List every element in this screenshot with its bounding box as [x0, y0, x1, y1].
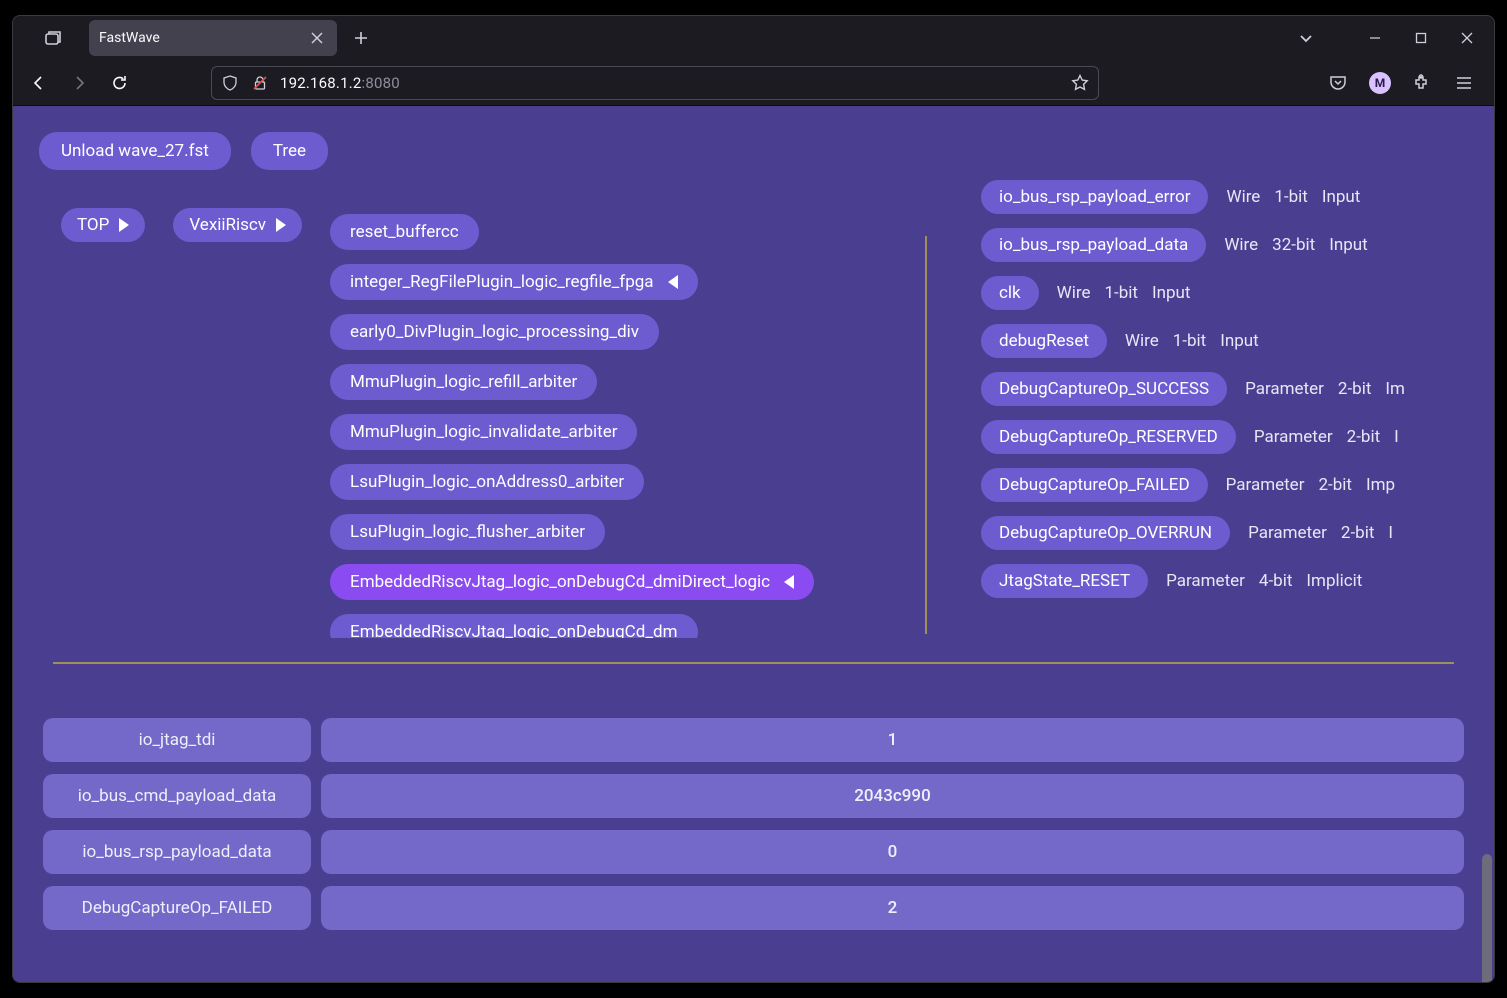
forward-button[interactable]	[61, 65, 97, 101]
signal-pill[interactable]: DebugCaptureOp_FAILED	[981, 468, 1208, 502]
signal-meta: Wire1-bitInput	[1057, 283, 1191, 303]
signal-pill[interactable]: clk	[981, 276, 1039, 310]
url-bar[interactable]: 192.168.1.2:8080	[211, 66, 1099, 100]
tree-node[interactable]: EmbeddedRiscvJtag_logic_onDebugCd_dm	[330, 614, 697, 638]
back-button[interactable]	[21, 65, 57, 101]
chevron-left-icon	[784, 575, 794, 589]
maximize-button[interactable]	[1398, 16, 1444, 60]
wave-value[interactable]: 2043c990	[321, 774, 1464, 818]
tab-overview-icon[interactable]	[17, 29, 89, 47]
signal-pill[interactable]: DebugCaptureOp_OVERRUN	[981, 516, 1230, 550]
signal-meta: Parameter2-bitImp	[1226, 475, 1395, 495]
signal-pill[interactable]: JtagState_RESET	[981, 564, 1148, 598]
wave-name[interactable]: io_bus_cmd_payload_data	[43, 774, 311, 818]
tree-button[interactable]: Tree	[251, 132, 328, 170]
signal-row: DebugCaptureOp_SUCCESS Parameter2-bitIm	[981, 372, 1481, 406]
signal-pill[interactable]: DebugCaptureOp_SUCCESS	[981, 372, 1227, 406]
reload-button[interactable]	[101, 65, 137, 101]
breadcrumb-label: VexiiRiscv	[189, 215, 266, 235]
app-content: Unload wave_27.fst Tree TOP VexiiRiscv re…	[13, 106, 1494, 982]
tree-node-label: reset_buffercc	[350, 222, 459, 242]
signal-row: clk Wire1-bitInput	[981, 276, 1481, 310]
tree-node[interactable]: EmbeddedRiscvJtag_logic_onDebugCd_dmiDir…	[330, 564, 814, 600]
wave-name[interactable]: DebugCaptureOp_FAILED	[43, 886, 311, 930]
tree-node[interactable]: LsuPlugin_logic_onAddress0_arbiter	[330, 464, 644, 500]
signal-row: io_bus_rsp_payload_error Wire1-bitInput	[981, 180, 1481, 214]
navbar: 192.168.1.2:8080 M	[13, 60, 1494, 106]
tree-column: reset_buffercc integer_RegFilePlugin_logi…	[330, 208, 814, 638]
tree-node-label: early0_DivPlugin_logic_processing_div	[350, 322, 639, 342]
wave-row: io_bus_cmd_payload_data2043c990	[43, 774, 1464, 818]
minimize-button[interactable]	[1352, 16, 1398, 60]
tree-node[interactable]: LsuPlugin_logic_flusher_arbiter	[330, 514, 605, 550]
tree-node[interactable]: reset_buffercc	[330, 214, 479, 250]
breadcrumb-item[interactable]: VexiiRiscv	[173, 208, 302, 242]
wave-row: io_bus_rsp_payload_data0	[43, 830, 1464, 874]
new-tab-button[interactable]	[343, 20, 379, 56]
breadcrumb-label: TOP	[77, 215, 109, 235]
wave-area: io_jtag_tdi1io_bus_cmd_payload_data2043c…	[13, 664, 1494, 930]
chevron-left-icon	[668, 275, 678, 289]
signal-column: io_bus_rsp_payload_errorWire1-bitInputio…	[981, 180, 1481, 598]
tree-node-label: integer_RegFilePlugin_logic_regfile_fpga	[350, 272, 654, 292]
wave-value[interactable]: 0	[321, 830, 1464, 874]
signal-pill[interactable]: debugReset	[981, 324, 1107, 358]
tree-node[interactable]: MmuPlugin_logic_refill_arbiter	[330, 364, 597, 400]
titlebar: FastWave	[13, 16, 1494, 60]
tree-node-label: EmbeddedRiscvJtag_logic_onDebugCd_dmiDir…	[350, 572, 770, 592]
wave-name[interactable]: io_bus_rsp_payload_data	[43, 830, 311, 874]
breadcrumb-column: TOP VexiiRiscv	[61, 208, 302, 648]
tree-node[interactable]: early0_DivPlugin_logic_processing_div	[330, 314, 659, 350]
tree-node-label: LsuPlugin_logic_flusher_arbiter	[350, 522, 585, 542]
vertical-divider	[925, 236, 927, 634]
chevron-right-icon	[276, 218, 286, 232]
extensions-icon[interactable]	[1404, 65, 1440, 101]
signal-meta: Parameter4-bitImplicit	[1166, 571, 1362, 591]
shield-icon[interactable]	[220, 73, 240, 93]
signal-meta: Parameter2-bitIm	[1245, 379, 1405, 399]
tree-node-label: LsuPlugin_logic_onAddress0_arbiter	[350, 472, 624, 492]
pocket-icon[interactable]	[1320, 65, 1356, 101]
tabs-dropdown-icon[interactable]	[1288, 20, 1324, 56]
signal-row: DebugCaptureOp_RESERVED Parameter2-bitI	[981, 420, 1481, 454]
signal-pill[interactable]: DebugCaptureOp_RESERVED	[981, 420, 1236, 454]
signal-meta: Parameter2-bitI	[1254, 427, 1399, 447]
browser-tab[interactable]: FastWave	[89, 20, 337, 56]
tree-node[interactable]: MmuPlugin_logic_invalidate_arbiter	[330, 414, 637, 450]
signal-meta: Wire1-bitInput	[1125, 331, 1259, 351]
close-tab-icon[interactable]	[307, 28, 327, 48]
signal-row: JtagState_RESET Parameter4-bitImplicit	[981, 564, 1481, 598]
url-text: 192.168.1.2:8080	[280, 74, 400, 92]
tree-node[interactable]: integer_RegFilePlugin_logic_regfile_fpga	[330, 264, 698, 300]
wave-row: io_jtag_tdi1	[43, 718, 1464, 762]
signal-meta: Parameter2-bitI	[1248, 523, 1393, 543]
unload-button[interactable]: Unload wave_27.fst	[39, 132, 231, 170]
signal-pill[interactable]: io_bus_rsp_payload_data	[981, 228, 1206, 262]
account-avatar[interactable]: M	[1362, 65, 1398, 101]
close-window-button[interactable]	[1444, 16, 1490, 60]
signal-row: io_bus_rsp_payload_data Wire32-bitInput	[981, 228, 1481, 262]
signal-meta: Wire32-bitInput	[1224, 235, 1367, 255]
tree-node-label: MmuPlugin_logic_refill_arbiter	[350, 372, 577, 392]
wave-value[interactable]: 2	[321, 886, 1464, 930]
wave-value[interactable]: 1	[321, 718, 1464, 762]
tree-node-label: EmbeddedRiscvJtag_logic_onDebugCd_dm	[350, 622, 677, 638]
bookmark-star-icon[interactable]	[1070, 73, 1090, 93]
menu-icon[interactable]	[1446, 65, 1482, 101]
signal-row: DebugCaptureOp_OVERRUN Parameter2-bitI	[981, 516, 1481, 550]
wave-name[interactable]: io_jtag_tdi	[43, 718, 311, 762]
tree-node-label: MmuPlugin_logic_invalidate_arbiter	[350, 422, 617, 442]
tab-title: FastWave	[99, 30, 160, 46]
breadcrumb-item[interactable]: TOP	[61, 208, 145, 242]
signal-pill[interactable]: io_bus_rsp_payload_error	[981, 180, 1208, 214]
signal-row: debugReset Wire1-bitInput	[981, 324, 1481, 358]
chevron-right-icon	[119, 218, 129, 232]
signal-row: DebugCaptureOp_FAILED Parameter2-bitImp	[981, 468, 1481, 502]
wave-row: DebugCaptureOp_FAILED2	[43, 886, 1464, 930]
insecure-lock-icon[interactable]	[250, 73, 270, 93]
vertical-scrollbar[interactable]	[1482, 854, 1492, 982]
signal-meta: Wire1-bitInput	[1226, 187, 1360, 207]
